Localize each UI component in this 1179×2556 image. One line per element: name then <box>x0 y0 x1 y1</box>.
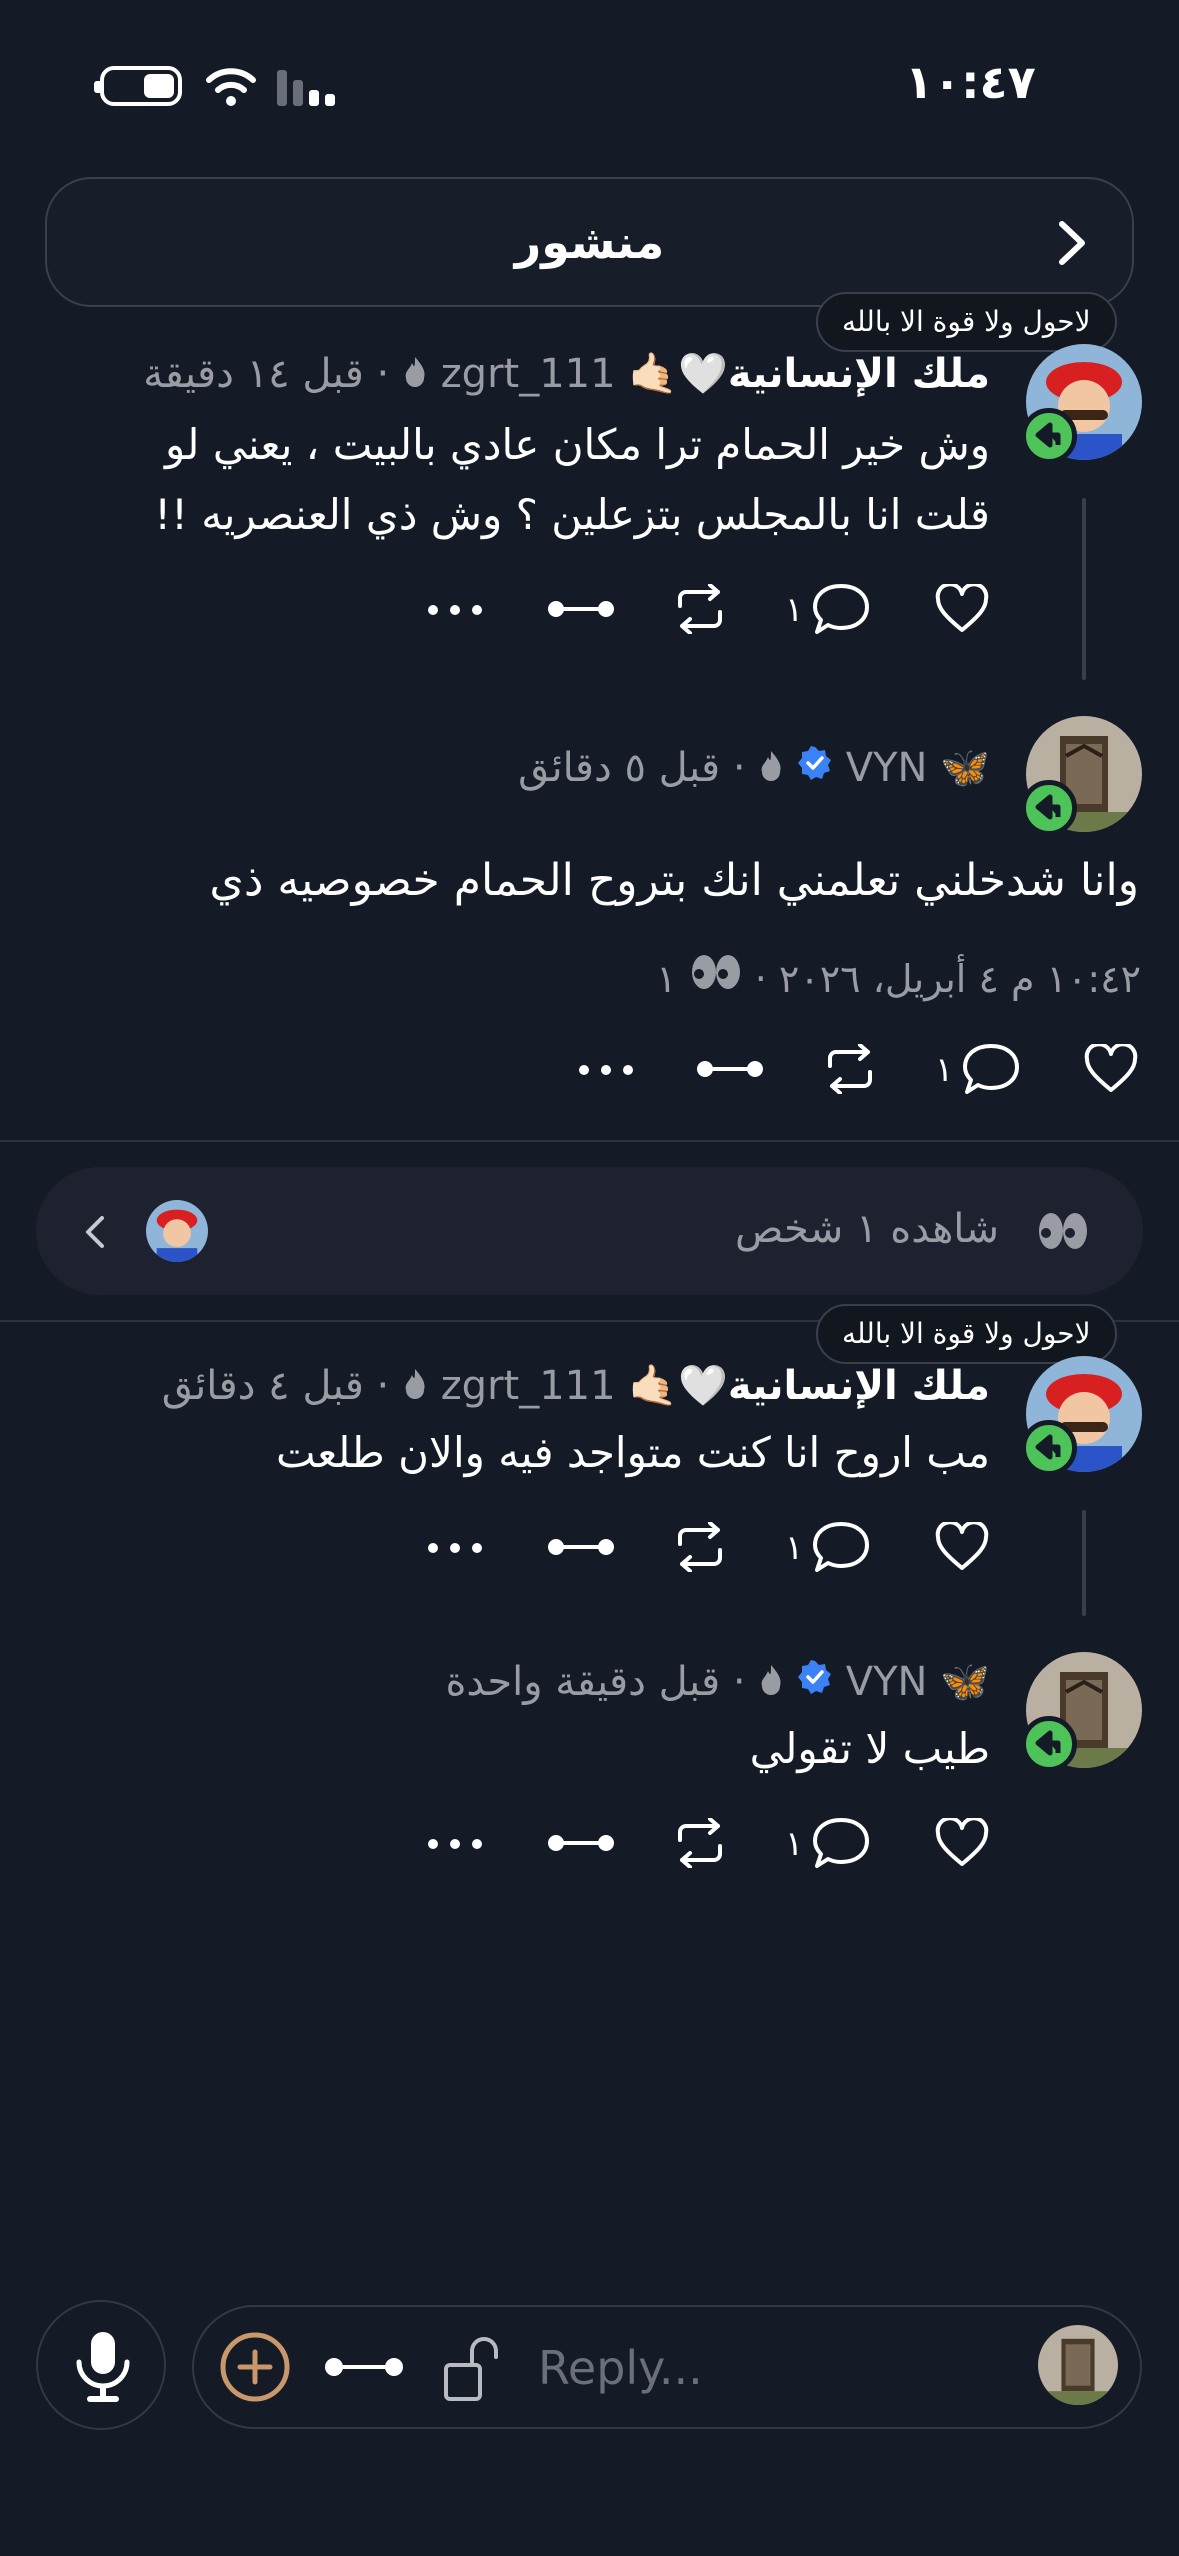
post-time: قبل دقيقة واحدة <box>445 1659 721 1705</box>
reply-arrow-icon <box>1035 794 1061 820</box>
add-icon[interactable] <box>218 2330 292 2404</box>
comment-icon <box>963 1044 1020 1094</box>
comment-button[interactable]: ١ <box>785 1520 871 1576</box>
chevron-left-icon[interactable] <box>80 1212 110 1252</box>
post-text: وش خير الحمام ترا مكان عادي بالبيت ، يعن… <box>154 420 990 539</box>
like-icon[interactable] <box>935 584 989 634</box>
display-name[interactable]: ملك الإنسانية🤍🤙🏻 <box>628 1363 990 1409</box>
comment-button[interactable]: ١ <box>785 582 871 638</box>
status-time: ١٠:٤٧ <box>905 55 1036 109</box>
username[interactable]: zgrt_111 <box>441 351 616 397</box>
comment-icon <box>813 1818 870 1868</box>
comment-icon <box>813 1522 870 1572</box>
more-icon[interactable] <box>425 1834 485 1854</box>
reply-input[interactable] <box>538 2330 1018 2406</box>
comment-icon <box>813 584 870 634</box>
thread-line <box>1082 1510 1086 1616</box>
post-meta: 🦋 VYN · قبل ٥ دقائق <box>518 745 990 791</box>
fire-icon <box>405 357 425 387</box>
more-icon[interactable] <box>576 1060 636 1080</box>
post-meta: ملك الإنسانية🤍🤙🏻 zgrt_111 · قبل ١٤ دقيقة <box>143 351 990 397</box>
link-icon[interactable] <box>694 1056 766 1082</box>
mic-button[interactable] <box>36 2300 166 2430</box>
post-text: مب اروح انا كنت متواجد فيه والان طلعت <box>276 1428 990 1477</box>
repost-icon[interactable] <box>822 1044 878 1094</box>
fire-icon <box>761 751 781 781</box>
fire-icon <box>405 1369 425 1399</box>
comment-count: ١ <box>785 1528 804 1568</box>
comment-count: ١ <box>785 1824 804 1864</box>
display-name[interactable]: ملك الإنسانية🤍🤙🏻 <box>628 351 990 397</box>
page-title: منشور <box>514 215 665 269</box>
post-header: منشور <box>45 177 1134 307</box>
divider <box>0 1140 1179 1142</box>
like-icon[interactable] <box>935 1522 989 1572</box>
chevron-right-icon[interactable] <box>1050 218 1094 268</box>
reply-arrow-icon <box>1035 1730 1061 1756</box>
display-name[interactable]: 🦋 <box>940 1659 990 1705</box>
reply-indicator <box>1021 408 1077 464</box>
post-time: قبل ١٤ دقيقة <box>143 351 364 397</box>
comment-count: ١ <box>935 1050 954 1090</box>
more-icon[interactable] <box>425 1538 485 1558</box>
post-timestamp: ١٠:٤٢ م ٤ أبريل، ٢٠٢٦ <box>778 957 1141 1001</box>
avatar-caption-badge: لاحول ولا قوة الا بالله <box>816 1304 1117 1364</box>
repost-icon[interactable] <box>672 1522 728 1572</box>
username[interactable]: VYN <box>846 1659 928 1705</box>
reply-indicator <box>1021 780 1077 836</box>
reply-arrow-icon <box>1035 1434 1061 1460</box>
thread-line <box>1082 498 1086 680</box>
reply-indicator <box>1021 1716 1077 1772</box>
repost-icon[interactable] <box>672 1818 728 1868</box>
signal-icon <box>277 70 335 106</box>
verified-icon <box>798 746 832 780</box>
avatar-caption-badge: لاحول ولا قوة الا بالله <box>816 292 1117 352</box>
link-icon[interactable] <box>322 2354 406 2380</box>
comment-button[interactable]: ١ <box>785 1816 871 1872</box>
comment-count: ١ <box>785 590 804 630</box>
reply-arrow-icon <box>1035 422 1061 448</box>
post-info: ١٠:٤٢ م ٤ أبريل، ٢٠٢٦ · ١ <box>656 952 1141 1001</box>
post-meta: ملك الإنسانية🤍🤙🏻 zgrt_111 · قبل ٤ دقائق <box>161 1363 990 1409</box>
composer-avatar <box>1038 2325 1118 2405</box>
wifi-icon <box>206 68 256 106</box>
viewer-avatar[interactable] <box>146 1200 208 1262</box>
eyes-icon <box>1039 1213 1087 1249</box>
post-meta: 🦋 VYN · قبل دقيقة واحدة <box>445 1659 990 1705</box>
post-text: طيب لا تقولي <box>749 1724 990 1773</box>
mic-icon <box>76 2332 130 2402</box>
fire-icon <box>761 1665 781 1695</box>
reply-indicator <box>1021 1420 1077 1476</box>
views-count: ١ <box>656 957 677 1001</box>
like-icon[interactable] <box>935 1818 989 1868</box>
username[interactable]: VYN <box>846 745 928 791</box>
repost-icon[interactable] <box>672 584 728 634</box>
post-time: قبل ٤ دقائق <box>161 1363 364 1409</box>
display-name[interactable]: 🦋 <box>940 745 990 791</box>
verified-icon <box>798 1660 832 1694</box>
viewers-label: شاهده ١ شخص <box>734 1206 999 1252</box>
more-icon[interactable] <box>425 600 485 620</box>
lock-open-icon[interactable] <box>442 2335 504 2403</box>
battery-icon <box>94 66 182 106</box>
link-icon[interactable] <box>545 596 617 622</box>
link-icon[interactable] <box>545 1830 617 1856</box>
comment-button[interactable]: ١ <box>935 1042 1021 1098</box>
link-icon[interactable] <box>545 1534 617 1560</box>
username[interactable]: zgrt_111 <box>441 1363 616 1409</box>
main-post-text: وانا شدخلني تعلمني انك بتروح الحمام خصوص… <box>209 855 1139 906</box>
eyes-icon <box>691 955 740 989</box>
like-icon[interactable] <box>1084 1044 1138 1094</box>
post-time: قبل ٥ دقائق <box>518 745 721 791</box>
